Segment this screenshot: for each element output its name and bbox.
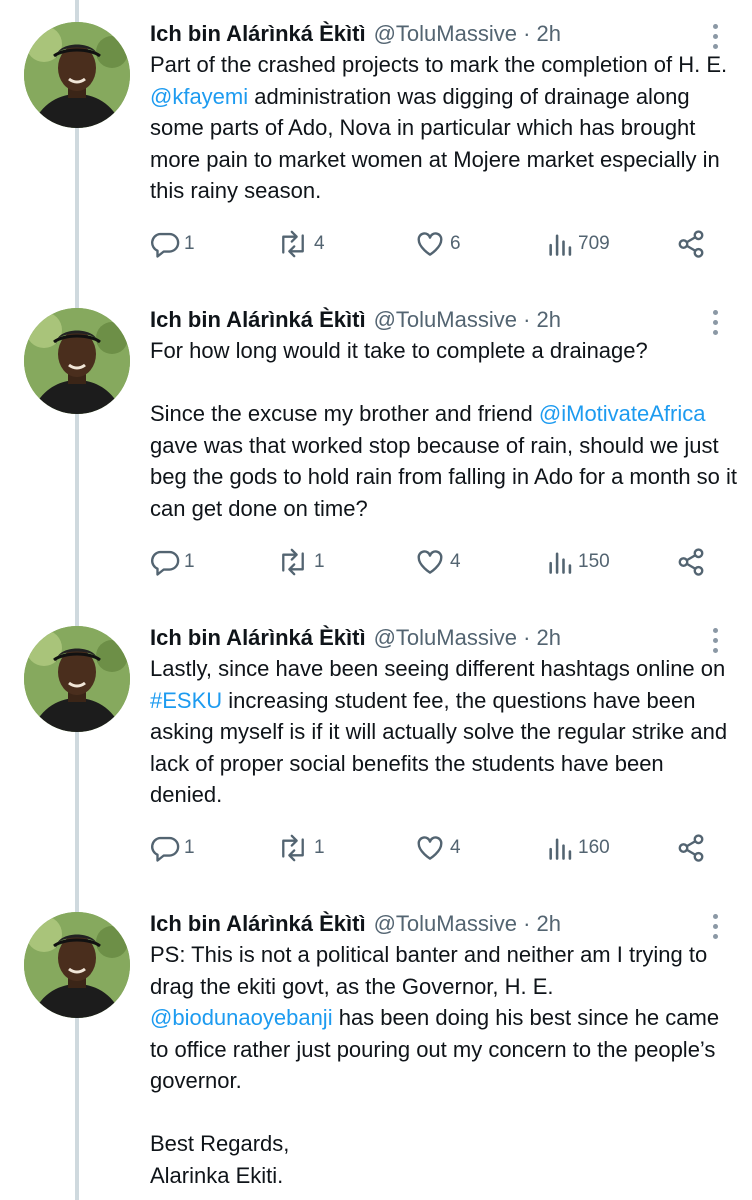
share-icon — [678, 548, 704, 576]
tweet-text-part: increasing student fee, the questions ha… — [150, 687, 728, 808]
view-count: 150 — [578, 551, 610, 572]
repost-count: 4 — [314, 233, 325, 254]
repost-button[interactable]: 4 — [276, 224, 325, 264]
view-count: 709 — [578, 233, 610, 254]
more-icon[interactable] — [700, 19, 730, 53]
views-button[interactable]: 709 — [546, 224, 610, 264]
tweet-text-part: For how long would it take to complete a… — [150, 338, 648, 363]
mention-link[interactable]: @biodunaoyebanji — [150, 1005, 333, 1030]
author-handle-time[interactable]: @ToluMassive · 2h — [374, 625, 561, 651]
avatar[interactable] — [24, 626, 130, 732]
tweet-actions: 1 4 6 709 — [150, 224, 720, 264]
share-icon — [678, 834, 704, 862]
reply-icon — [151, 550, 180, 576]
tweet-text: Lastly, since have been seeing different… — [150, 653, 740, 811]
avatar[interactable] — [24, 308, 130, 414]
repost-count: 1 — [314, 837, 325, 858]
like-button[interactable]: 4 — [414, 828, 461, 868]
reply-button[interactable]: 1 — [150, 224, 195, 264]
like-button[interactable]: 4 — [414, 542, 461, 582]
hashtag-link[interactable]: #ESKU — [150, 688, 222, 713]
signoff-line: Alarinka Ekiti. — [150, 1162, 284, 1188]
tweet-text: Part of the crashed projects to mark the… — [150, 49, 740, 207]
tweet-text-part: gave was that worked stop because of rai… — [150, 432, 738, 521]
signoff-line: Best Regards, — [150, 1131, 290, 1156]
author-name[interactable]: Ich bin Alárìnká Èkìtì — [150, 911, 366, 937]
author-handle-time[interactable]: @ToluMassive · 2h — [374, 307, 561, 333]
tweet-text: PS: This is not a political banter and n… — [150, 939, 740, 1191]
author-handle-time[interactable]: @ToluMassive · 2h — [374, 21, 561, 47]
tweet-text-part: PS: This is not a political banter and n… — [150, 942, 708, 999]
reply-button[interactable]: 1 — [150, 542, 195, 582]
tweet-text-part: Since the excuse my brother and friend — [150, 401, 539, 426]
views-icon — [549, 234, 572, 256]
reply-button[interactable]: 1 — [150, 828, 195, 868]
author-name[interactable]: Ich bin Alárìnká Èkìtì — [150, 21, 366, 47]
views-button[interactable]: 150 — [546, 542, 610, 582]
like-count: 6 — [450, 233, 461, 254]
share-button[interactable] — [676, 542, 706, 582]
views-icon — [549, 552, 572, 574]
author-name[interactable]: Ich bin Alárìnká Èkìtì — [150, 307, 366, 333]
reply-icon — [151, 836, 180, 862]
like-count: 4 — [450, 551, 461, 572]
mention-link[interactable]: @iMotivateAfrica — [539, 401, 706, 426]
share-button[interactable] — [676, 224, 706, 264]
views-button[interactable]: 160 — [546, 828, 610, 868]
more-icon[interactable] — [700, 623, 730, 657]
views-icon — [549, 838, 572, 860]
tweet-text: For how long would it take to complete a… — [150, 335, 740, 524]
repost-button[interactable]: 1 — [276, 542, 325, 582]
repost-icon — [282, 834, 304, 862]
more-icon[interactable] — [700, 909, 730, 943]
repost-icon — [282, 548, 304, 576]
author-handle-time[interactable]: @ToluMassive · 2h — [374, 911, 561, 937]
like-icon — [417, 836, 443, 860]
reply-count: 1 — [184, 233, 195, 254]
tweet-text-part: Part of the crashed projects to mark the… — [150, 52, 728, 77]
share-icon — [678, 230, 704, 258]
repost-button[interactable]: 1 — [276, 828, 325, 868]
like-icon — [417, 550, 443, 574]
reply-count: 1 — [184, 837, 195, 858]
reply-icon — [151, 232, 180, 258]
thread-connector-line — [75, 0, 79, 1200]
like-button[interactable]: 6 — [414, 224, 461, 264]
tweet-text-part: Lastly, since have been seeing different… — [150, 656, 726, 681]
author-name[interactable]: Ich bin Alárìnká Èkìtì — [150, 625, 366, 651]
share-button[interactable] — [676, 828, 706, 868]
repost-icon — [282, 230, 304, 258]
avatar[interactable] — [24, 22, 130, 128]
like-count: 4 — [450, 837, 461, 858]
tweet-actions: 1 1 4 150 — [150, 542, 720, 582]
tweet-actions: 1 1 4 160 — [150, 828, 720, 868]
view-count: 160 — [578, 837, 610, 858]
reply-count: 1 — [184, 551, 195, 572]
avatar[interactable] — [24, 912, 130, 1018]
more-icon[interactable] — [700, 305, 730, 339]
mention-link[interactable]: @kfayemi — [150, 84, 248, 109]
like-icon — [417, 232, 443, 256]
repost-count: 1 — [314, 551, 325, 572]
